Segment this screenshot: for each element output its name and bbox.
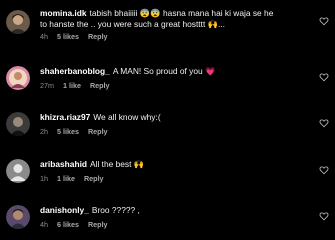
heart-outline-icon[interactable] — [319, 118, 329, 128]
comment-username[interactable]: danishonly_ — [40, 205, 89, 215]
avatar[interactable] — [6, 10, 30, 34]
comment-text-line: A MAN! So proud of you 💗 — [112, 66, 216, 76]
comment-meta: 2h 5 likes Reply — [40, 127, 313, 137]
comment-likes[interactable]: 1 like — [57, 174, 75, 183]
avatar[interactable] — [6, 66, 30, 90]
comment-username[interactable]: shaherbanoblog_ — [40, 66, 110, 76]
comment-text-line: All the best 🙌 — [90, 159, 145, 169]
comment-text: danishonly_ Broo ????? , — [40, 205, 313, 216]
heart-outline-icon[interactable] — [319, 16, 329, 26]
heart-outline-icon[interactable] — [319, 72, 329, 82]
comment-text-line-2: to hanste the .. you were such a great h… — [40, 19, 226, 29]
reply-button[interactable]: Reply — [84, 174, 104, 183]
avatar[interactable] — [6, 205, 30, 229]
comment-likes[interactable]: 6 likes — [57, 220, 79, 229]
comment-username[interactable]: momina.idk — [40, 8, 87, 18]
heart-outline-icon[interactable] — [319, 211, 329, 221]
comment-meta: 1h 1 like Reply — [40, 174, 313, 184]
avatar[interactable] — [6, 112, 30, 136]
comment-time: 27m — [40, 81, 54, 90]
reply-button[interactable]: Reply — [88, 220, 108, 229]
comment-likes[interactable]: 5 likes — [57, 32, 79, 41]
comment-likes[interactable]: 1 like — [63, 81, 81, 90]
comment-text-line: Broo ????? , — [91, 205, 140, 215]
comment-username[interactable]: aribashahid — [40, 159, 87, 169]
comment-time: 2h — [40, 127, 48, 136]
comment-time: 4h — [40, 220, 48, 229]
reply-button[interactable]: Reply — [88, 127, 108, 136]
avatar[interactable] — [6, 159, 30, 183]
reply-button[interactable]: Reply — [88, 32, 108, 41]
comment-text: momina.idk tabish bhaiiiii 😨😨 hasna mana … — [40, 8, 313, 19]
comment-username[interactable]: khizra.riaz97 — [40, 112, 90, 122]
comment-meta: 27m 1 like Reply — [40, 81, 313, 91]
comment-likes[interactable]: 5 likes — [57, 127, 79, 136]
comment-time: 1h — [40, 174, 48, 183]
comment-time: 4h — [40, 32, 48, 41]
reply-button[interactable]: Reply — [90, 81, 110, 90]
heart-outline-icon[interactable] — [319, 165, 329, 175]
comment-text-line: tabish bhaiiiii 😨😨 hasna mana hai ki waj… — [89, 8, 274, 18]
comment-text: shaherbanoblog_ A MAN! So proud of you 💗 — [40, 66, 313, 77]
comment-text: khizra.riaz97 We all know why:( — [40, 112, 313, 123]
comment-text-line: We all know why:( — [93, 112, 161, 122]
comment-meta: 4h 6 likes Reply — [40, 220, 313, 230]
comment-meta: 4h 5 likes Reply — [40, 32, 313, 42]
comment-text: aribashahid All the best 🙌 — [40, 159, 313, 170]
